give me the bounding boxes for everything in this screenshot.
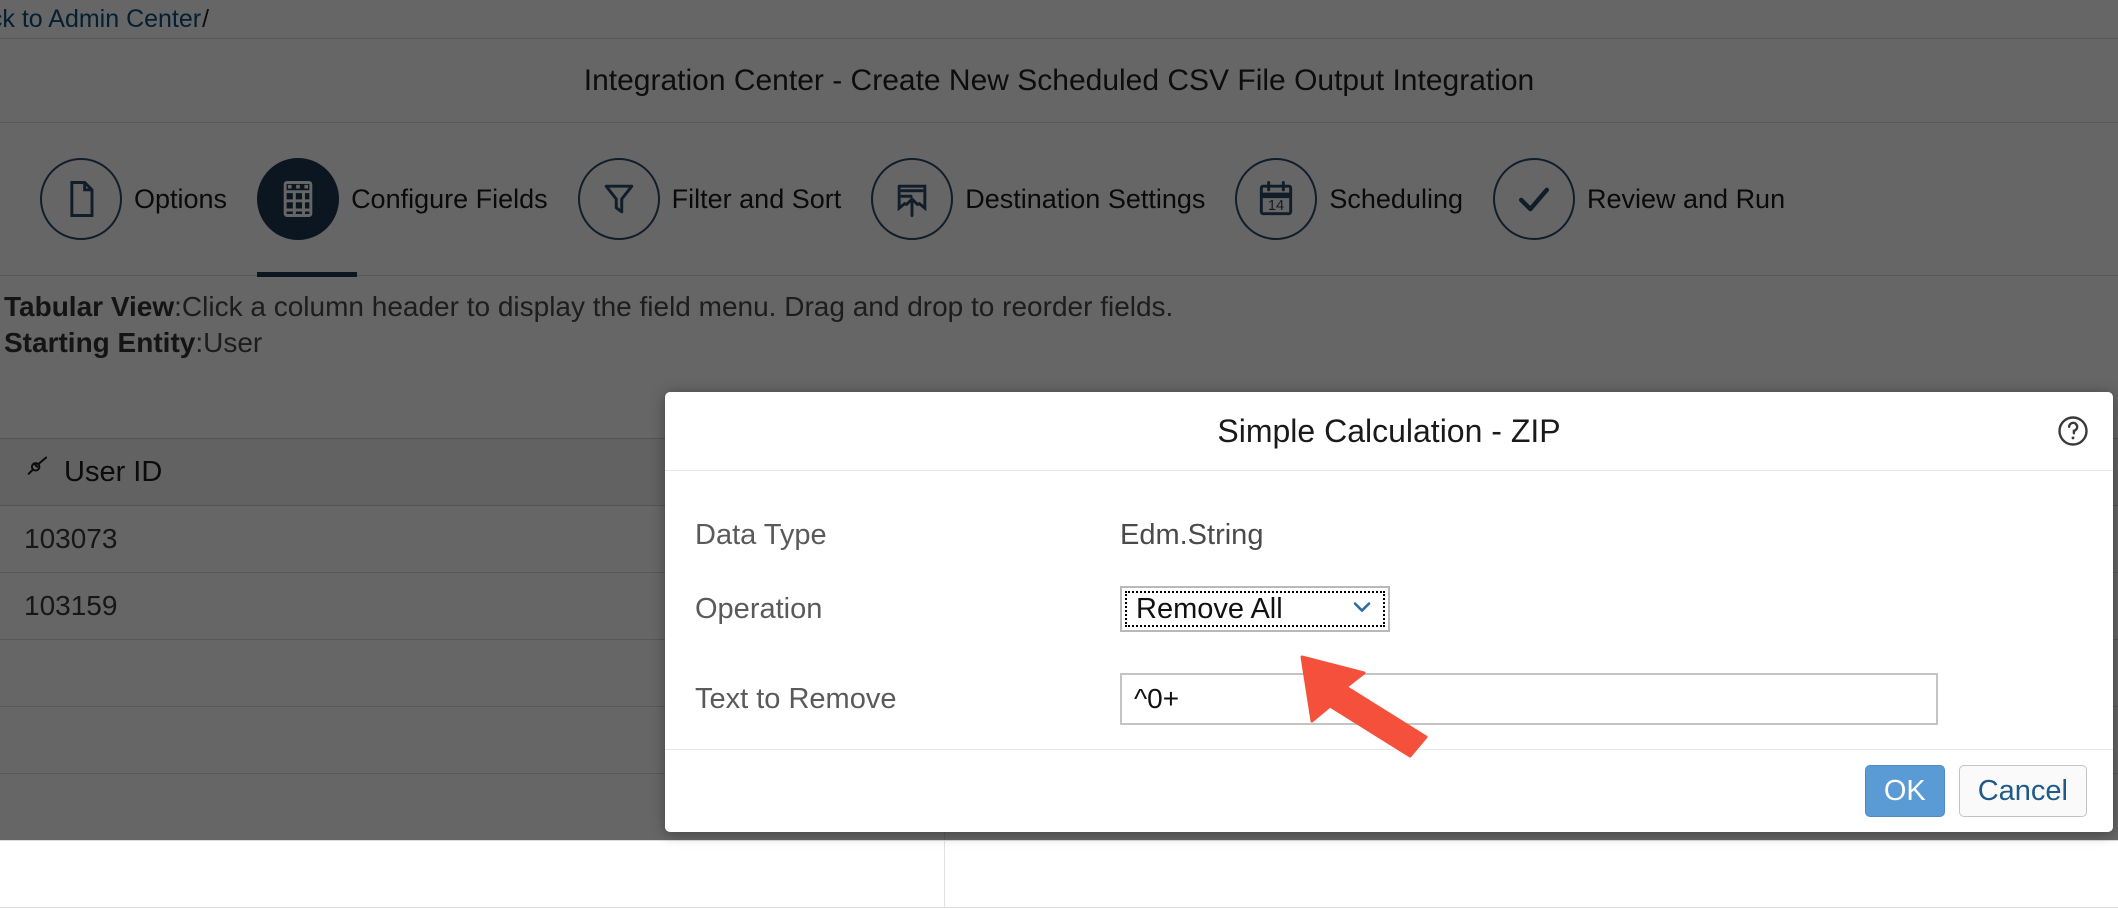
simple-calculation-dialog: Simple Calculation - ZIP Data Type Edm.S… [665,392,2113,832]
operation-selected-value: Remove All [1122,593,1283,626]
cell-blank [945,841,2118,908]
ok-button[interactable]: OK [1865,765,1945,817]
form-row-operation: Operation Remove All [665,579,2113,639]
data-type-label: Data Type [695,519,1120,552]
data-type-value: Edm.String [1120,519,1263,552]
dialog-footer: OK Cancel [665,749,2113,832]
operation-label: Operation [695,593,1120,626]
cell-user-id [0,841,945,908]
text-to-remove-input[interactable] [1120,673,1938,725]
table-row[interactable] [0,841,2118,908]
dialog-title: Simple Calculation - ZIP [1217,413,1560,450]
dialog-body: Data Type Edm.String Operation Remove Al… [665,471,2113,749]
chevron-down-icon[interactable] [1348,593,1376,626]
operation-select[interactable]: Remove All [1120,586,1390,632]
form-row-text-to-remove: Text to Remove [665,669,2113,729]
cancel-button[interactable]: Cancel [1959,765,2087,817]
dialog-header: Simple Calculation - ZIP [665,392,2113,471]
text-to-remove-label: Text to Remove [695,683,1120,716]
form-row-data-type: Data Type Edm.String [665,505,2113,565]
help-circle-icon[interactable] [2055,413,2091,449]
